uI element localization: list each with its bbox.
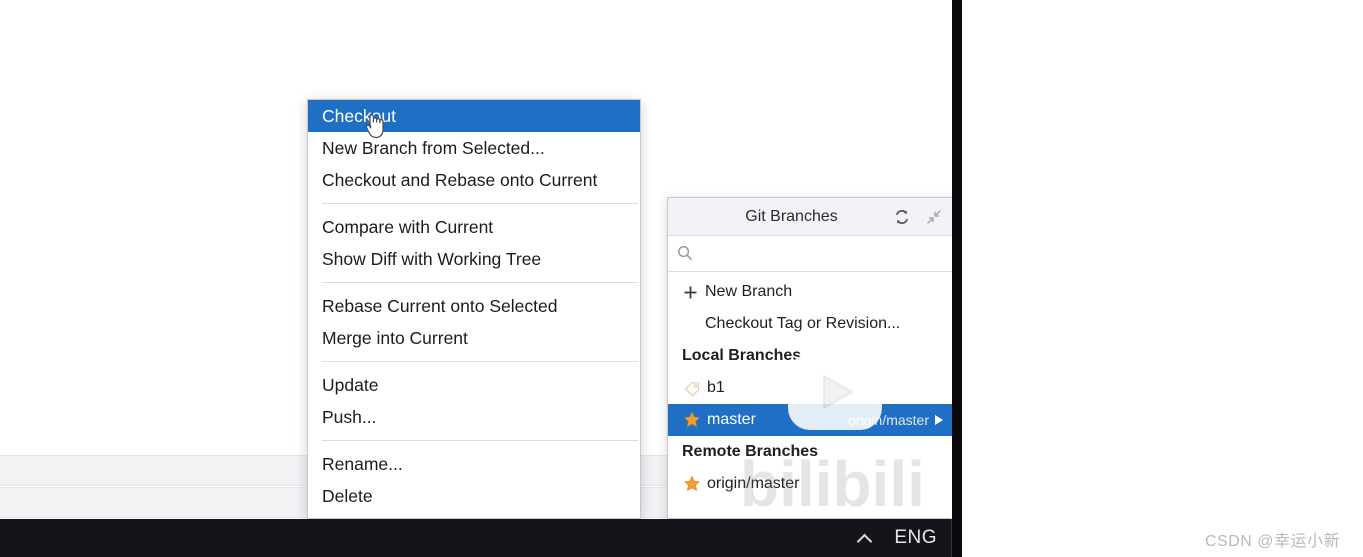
menu-separator <box>322 282 638 283</box>
chevron-up-icon[interactable] <box>856 528 876 548</box>
checkout-tag-or-revision-action[interactable]: Checkout Tag or Revision... <box>668 308 953 340</box>
menu-item-label: Checkout and Rebase onto Current <box>322 169 598 190</box>
menu-separator <box>322 203 638 204</box>
remote-branches-label: Remote Branches <box>682 443 819 460</box>
menu-item-label: Rebase Current onto Selected <box>322 295 558 316</box>
menu-item-label: New Branch from Selected... <box>322 137 545 158</box>
menu-item-show-diff-with-working-tree[interactable]: Show Diff with Working Tree <box>308 243 640 275</box>
checkout-tag-or-revision-label: Checkout Tag or Revision... <box>705 315 901 332</box>
menu-separator <box>322 361 638 362</box>
branch-item-origin-master[interactable]: origin/master <box>668 468 953 500</box>
csdn-watermark: CSDN @幸运小新 <box>1205 533 1341 550</box>
menu-item-delete[interactable]: Delete <box>308 480 640 512</box>
system-tray: ENG <box>856 519 951 557</box>
menu-item-label: Compare with Current <box>322 216 494 237</box>
branch-label: master <box>707 411 756 428</box>
branch-item-master[interactable]: master origin/master <box>668 404 953 436</box>
menu-item-label: Checkout <box>322 105 396 126</box>
menu-item-label: Merge into Current <box>322 327 468 348</box>
language-indicator[interactable]: ENG <box>894 527 937 549</box>
star-icon <box>682 410 702 430</box>
tracking-branch: origin/master <box>848 412 943 428</box>
refresh-icon[interactable] <box>889 204 915 230</box>
menu-item-checkout-and-rebase-onto-current[interactable]: Checkout and Rebase onto Current <box>308 164 640 196</box>
tracking-branch-label: origin/master <box>848 412 929 428</box>
git-branches-popup: Git Branches New Branch Checkout Tag or … <box>667 197 954 519</box>
menu-item-rename[interactable]: Rename... <box>308 448 640 480</box>
plus-icon <box>680 282 700 302</box>
section-header-remote-branches: Remote Branches <box>668 436 953 468</box>
menu-item-label: Update <box>322 374 379 395</box>
video-frame-edge <box>952 0 962 557</box>
branch-label: origin/master <box>707 475 800 492</box>
menu-item-new-branch-from-selected[interactable]: New Branch from Selected... <box>308 132 640 164</box>
search-icon <box>676 244 696 264</box>
menu-item-label: Rename... <box>322 453 403 474</box>
menu-item-rebase-current-onto-selected[interactable]: Rebase Current onto Selected <box>308 290 640 322</box>
star-icon <box>682 474 702 494</box>
git-branches-title: Git Branches <box>745 207 838 225</box>
collapse-icon[interactable] <box>921 204 947 230</box>
git-branches-search-row[interactable] <box>668 236 953 272</box>
git-branches-list: New Branch Checkout Tag or Revision... L… <box>668 272 953 518</box>
windows-taskbar: ENG <box>0 519 952 557</box>
search-input[interactable] <box>696 245 945 262</box>
branch-label: b1 <box>707 379 725 396</box>
new-branch-action[interactable]: New Branch <box>668 276 953 308</box>
menu-separator <box>322 440 638 441</box>
menu-item-checkout[interactable]: Checkout <box>308 100 640 132</box>
section-header-local-branches: Local Branches <box>668 340 953 372</box>
menu-item-push[interactable]: Push... <box>308 401 640 433</box>
menu-item-compare-with-current[interactable]: Compare with Current <box>308 211 640 243</box>
menu-item-label: Push... <box>322 406 377 427</box>
menu-item-label: Show Diff with Working Tree <box>322 248 542 269</box>
new-branch-label: New Branch <box>705 283 793 300</box>
menu-item-update[interactable]: Update <box>308 369 640 401</box>
menu-item-label: Delete <box>322 485 373 506</box>
branch-item-b1[interactable]: b1 <box>668 372 953 404</box>
video-player-frame: Git Branches New Branch Checkout Tag or … <box>0 0 962 557</box>
submenu-arrow-icon[interactable] <box>935 415 943 425</box>
git-branch-context-menu: Checkout New Branch from Selected... Che… <box>307 99 641 519</box>
git-branches-header: Git Branches <box>668 198 953 236</box>
tag-icon <box>682 378 702 398</box>
local-branches-label: Local Branches <box>682 347 802 364</box>
menu-item-merge-into-current[interactable]: Merge into Current <box>308 322 640 354</box>
